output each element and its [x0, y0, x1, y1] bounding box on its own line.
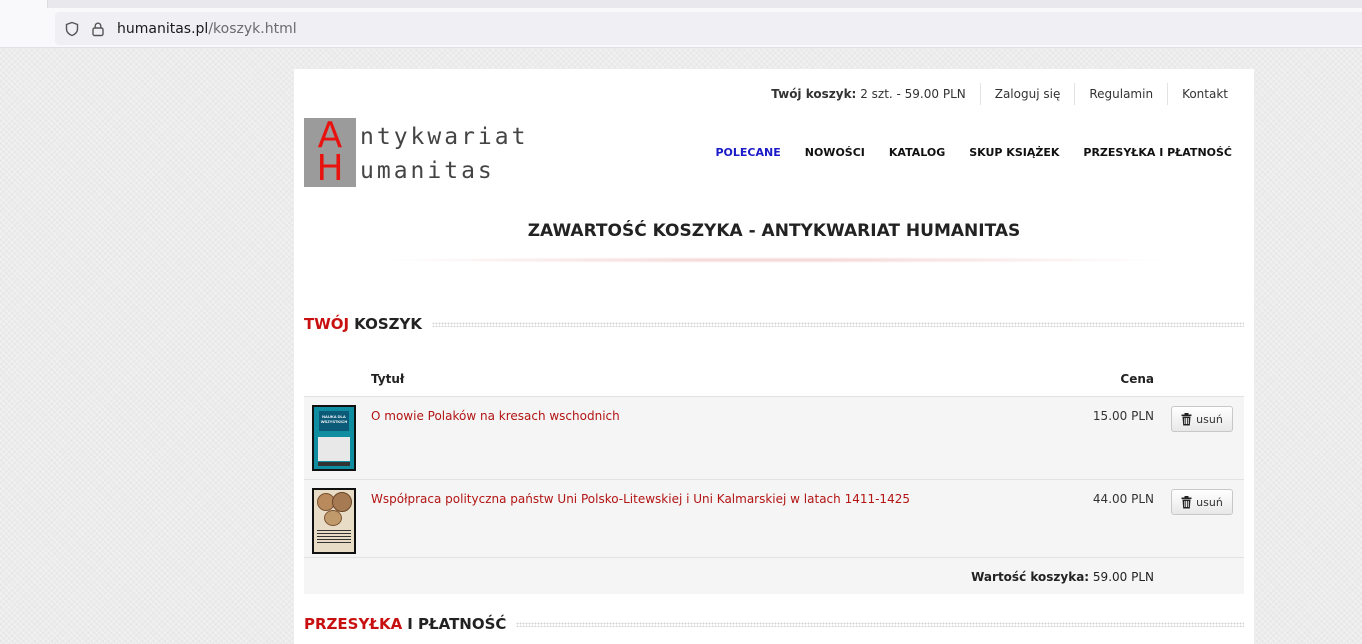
table-row: NAUKA DLA WSZYSTKICH O mowie Polaków na … [304, 397, 1244, 480]
book-cover-image [314, 490, 354, 552]
tab-strip [0, 0, 1362, 8]
book-price: 44.00 PLN [1092, 492, 1154, 506]
nav-item-przesylka-platnosc[interactable]: PRZESYŁKA I PŁATNOŚĆ [1083, 146, 1232, 159]
column-header-title: Tytuł [371, 372, 405, 386]
book-title-link[interactable]: Współpraca polityczna państw Uni Polsko-… [371, 492, 910, 506]
heading-dotted-line [432, 321, 1244, 327]
cover-bottom [318, 462, 350, 466]
login-link[interactable]: Zaloguj się [979, 83, 1075, 105]
remove-button[interactable]: usuń [1171, 489, 1233, 515]
cart-heading-rest: KOSZYK [354, 315, 422, 333]
cart-heading-red: TWÓJ [304, 315, 350, 333]
nav-item-katalog[interactable]: KATALOG [889, 146, 945, 159]
contact-link[interactable]: Kontakt [1167, 83, 1242, 105]
page-title: ZAWARTOŚĆ KOSZYKA - ANTYKWARIAT HUMANITA… [527, 221, 1021, 241]
trash-icon [1181, 412, 1192, 425]
cart-total: Wartość koszyka: 59.00 PLN [971, 570, 1154, 584]
cover-text: NAUKA DLA WSZYSTKICH [320, 414, 348, 424]
logo-letter-h: H [316, 148, 344, 189]
nav-item-skup-ksiazek[interactable]: SKUP KSIĄŻEK [969, 146, 1059, 159]
cover-seal [324, 510, 342, 526]
browser-toolbar: humanitas.pl/koszyk.html [0, 0, 1362, 48]
main-navigation: POLECANE NOWOŚCI KATALOG SKUP KSIĄŻEK PR… [716, 146, 1233, 159]
logo-line-1: ntykwariat [360, 124, 529, 150]
cart-section-heading: TWÓJ KOSZYK [304, 315, 1244, 333]
terms-link[interactable]: Regulamin [1074, 83, 1167, 105]
table-row: Współpraca polityczna państw Uni Polsko-… [304, 480, 1244, 558]
cart-summary-label: Twój koszyk: [771, 87, 857, 101]
active-tab[interactable] [0, 0, 48, 8]
book-title-link[interactable]: O mowie Polaków na kresach wschodnich [371, 409, 620, 423]
nav-item-polecane[interactable]: POLECANE [716, 146, 781, 159]
cart-summary[interactable]: Twój koszyk: 2 szt. - 59.00 PLN [757, 83, 980, 105]
top-bar: Twój koszyk: 2 szt. - 59.00 PLN Zaloguj … [757, 83, 1242, 105]
remove-button[interactable]: usuń [1171, 406, 1233, 432]
column-header-price: Cena [1120, 372, 1154, 386]
heading-dotted-line [516, 621, 1244, 627]
cover-paper [318, 437, 350, 461]
cart-total-label: Wartość koszyka: [971, 570, 1090, 584]
shipping-section-heading: PRZESYŁKA I PŁATNOŚĆ [304, 615, 1244, 633]
remove-button-label: usuń [1196, 412, 1223, 426]
title-underline [374, 257, 1174, 263]
book-price: 15.00 PLN [1092, 409, 1154, 423]
address-bar[interactable]: humanitas.pl/koszyk.html [55, 12, 1362, 45]
book-cover-image: NAUKA DLA WSZYSTKICH [314, 407, 354, 469]
trash-icon [1181, 495, 1192, 508]
shipping-heading-red: PRZESYŁKA [304, 615, 403, 633]
cover-seal [332, 492, 352, 512]
url-path: /koszyk.html [208, 20, 297, 37]
cart-total-value: 59.00 PLN [1092, 570, 1154, 584]
cart-table: Tytuł Cena NAUKA DLA WSZYSTKICH O mowie … [304, 357, 1244, 594]
nav-item-nowosci[interactable]: NOWOŚCI [805, 146, 865, 159]
book-cover-thumbnail[interactable] [312, 488, 356, 554]
cover-text-lines [317, 530, 351, 544]
url-host: humanitas.pl [117, 20, 209, 37]
table-header: Tytuł Cena [304, 357, 1244, 397]
logo-line-2: umanitas [360, 158, 495, 184]
remove-button-label: usuń [1196, 495, 1223, 509]
table-footer: Wartość koszyka: 59.00 PLN [304, 558, 1244, 594]
logo-box: A H [304, 118, 356, 187]
shipping-heading-rest: I PŁATNOŚĆ [407, 615, 507, 633]
lock-icon[interactable] [89, 20, 107, 38]
book-cover-thumbnail[interactable]: NAUKA DLA WSZYSTKICH [312, 405, 356, 471]
page-container: Twój koszyk: 2 szt. - 59.00 PLN Zaloguj … [294, 69, 1254, 644]
shield-icon[interactable] [63, 20, 81, 38]
url-text[interactable]: humanitas.pl/koszyk.html [117, 21, 297, 37]
site-logo[interactable]: A H ntykwariat umanitas [304, 118, 544, 188]
cart-summary-value: 2 szt. - 59.00 PLN [860, 87, 966, 101]
